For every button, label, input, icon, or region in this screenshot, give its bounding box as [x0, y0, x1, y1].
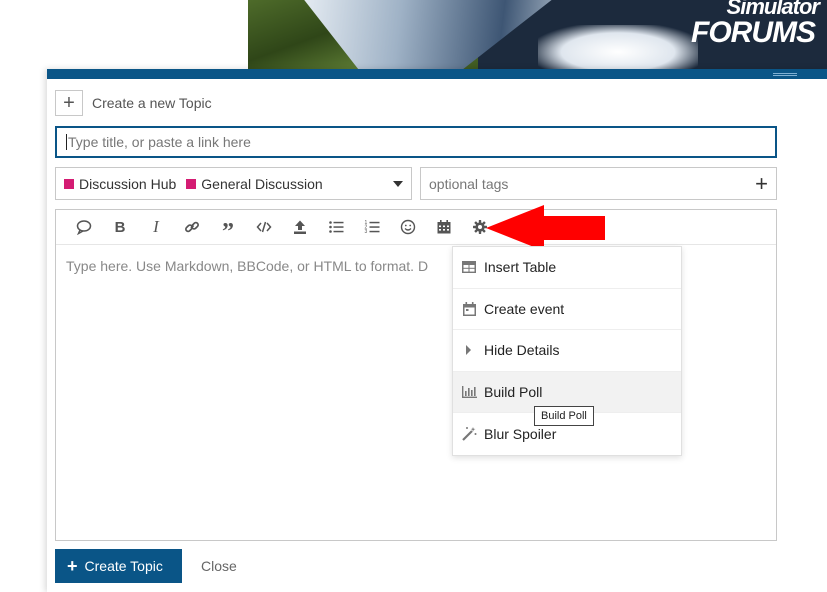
svg-text:3: 3: [365, 229, 368, 235]
menu-label: Blur Spoiler: [484, 425, 557, 442]
composer-resize-bar[interactable]: [47, 69, 827, 79]
category-child: General Discussion: [201, 175, 323, 192]
menu-item-create-event[interactable]: Create event: [453, 289, 681, 330]
create-topic-label: Create Topic: [84, 558, 163, 574]
menu-label: Insert Table: [484, 259, 557, 276]
quote-bubble-icon[interactable]: [66, 210, 102, 245]
italic-icon[interactable]: I: [138, 210, 174, 245]
numbered-list-icon[interactable]: 123: [354, 210, 390, 245]
menu-label: Hide Details: [484, 342, 560, 359]
code-icon[interactable]: [246, 210, 282, 245]
composer-heading-row: + Create a new Topic: [55, 90, 212, 116]
menu-item-insert-table[interactable]: Insert Table: [453, 247, 681, 289]
table-icon: [461, 259, 477, 275]
logo-line2: FORUMS: [691, 16, 816, 49]
grip-icon[interactable]: [773, 73, 797, 76]
tags-placeholder: optional tags: [429, 175, 509, 192]
create-topic-button[interactable]: + Create Topic: [55, 549, 182, 583]
banner-cloud: [538, 25, 698, 70]
bullet-list-icon[interactable]: [318, 210, 354, 245]
menu-label: Create event: [484, 300, 565, 317]
menu-label: Build Poll: [484, 383, 543, 400]
composer-heading: Create a new Topic: [92, 95, 212, 111]
title-placeholder: Type title, or paste a link here: [68, 134, 251, 150]
category-dropdown[interactable]: Discussion Hub General Discussion: [55, 167, 412, 200]
composer-panel: + Create a new Topic Type title, or past…: [47, 69, 827, 592]
bold-icon[interactable]: B: [102, 210, 138, 245]
menu-item-hide-details[interactable]: Hide Details: [453, 330, 681, 372]
magic-icon: [461, 426, 477, 442]
chart-icon: [461, 384, 477, 400]
calendar-icon: [461, 301, 477, 317]
tooltip: Build Poll: [534, 406, 594, 426]
link-icon[interactable]: [174, 210, 210, 245]
close-link[interactable]: Close: [201, 558, 237, 574]
caret-right-icon: [461, 342, 477, 358]
upload-icon[interactable]: [282, 210, 318, 245]
add-tag-icon[interactable]: +: [755, 172, 768, 195]
calendar-icon[interactable]: [426, 210, 462, 245]
plus-icon: +: [55, 90, 83, 116]
forum-banner: Simulator FORUMS: [248, 0, 827, 70]
plus-icon: +: [67, 556, 78, 576]
subcategory-color-swatch: [186, 178, 197, 189]
chevron-down-icon: [393, 180, 403, 187]
blockquote-icon[interactable]: ”: [210, 210, 246, 245]
tags-input[interactable]: optional tags +: [420, 167, 777, 200]
topic-title-input[interactable]: Type title, or paste a link here: [55, 126, 777, 158]
editor-toolbar: B I ” 123: [56, 210, 776, 245]
category-color-swatch: [64, 178, 74, 189]
editor-placeholder: Type here. Use Markdown, BBCode, or HTML…: [66, 258, 429, 274]
emoji-icon[interactable]: [390, 210, 426, 245]
category-parent: Discussion Hub: [79, 175, 177, 192]
red-arrow-annotation: [486, 205, 605, 251]
text-caret: [66, 134, 67, 150]
